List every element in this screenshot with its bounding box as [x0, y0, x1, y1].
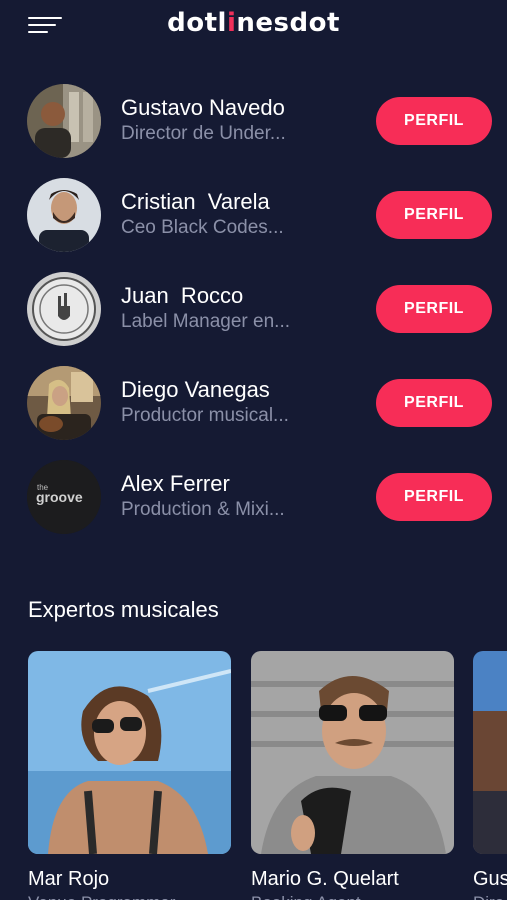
person-role: Ceo Black Codes... [121, 217, 284, 238]
person-role: Productor musical... [121, 405, 289, 426]
expert-name: Mario G. Quelart [251, 868, 399, 890]
avatar[interactable] [27, 178, 101, 252]
expert-photo [251, 651, 454, 854]
expert-role: Booking Agent [251, 893, 361, 900]
expert-card[interactable]: Gus Dire [473, 651, 507, 900]
person-name: Juan Rocco [121, 283, 244, 308]
person-role: Label Manager en... [121, 311, 291, 332]
person-role: Production & Mixi... [121, 499, 285, 520]
avatar[interactable] [27, 272, 101, 346]
section-title: Expertos musicales [28, 597, 219, 622]
expert-role: Venue Programmer [28, 893, 175, 900]
top-bar: dotlinesdot [0, 0, 507, 52]
expert-card[interactable]: Mario G. Quelart Booking Agent [251, 651, 454, 900]
list-item: Diego Vanegas Productor musical... PERFI… [0, 365, 507, 443]
list-item: the groove Alex Ferrer Production & Mixi… [0, 459, 507, 537]
svg-text:groove: groove [36, 489, 83, 505]
person-role: Director de Under... [121, 123, 286, 144]
list-item: Gustavo Navedo Director de Under... PERF… [0, 83, 507, 161]
list-item: Cristian Varela Ceo Black Codes... PERFI… [0, 177, 507, 255]
expert-name: Gus [473, 868, 507, 890]
expert-photo [473, 651, 507, 854]
expert-card[interactable]: Mar Rojo Venue Programmer [28, 651, 231, 900]
profile-button[interactable]: PERFIL [376, 191, 492, 239]
list-item: Juan Rocco Label Manager en... PERFIL [0, 271, 507, 349]
profile-button[interactable]: PERFIL [376, 97, 492, 145]
person-name: Alex Ferrer [121, 471, 230, 496]
experts-carousel[interactable]: Mar Rojo Venue Programmer Mario G. Quela… [0, 651, 507, 900]
expert-role: Dire [473, 893, 504, 900]
app-logo: dotlinesdot [167, 8, 340, 38]
profile-button[interactable]: PERFIL [376, 285, 492, 333]
avatar[interactable] [27, 84, 101, 158]
expert-photo [28, 651, 231, 854]
person-name: Diego Vanegas [121, 377, 270, 402]
profile-button[interactable]: PERFIL [376, 473, 492, 521]
avatar[interactable] [27, 366, 101, 440]
person-name: Gustavo Navedo [121, 95, 285, 120]
person-name: Cristian Varela [121, 189, 270, 214]
the-groove-logo: the groove [27, 460, 101, 534]
expert-name: Mar Rojo [28, 868, 110, 890]
profile-button[interactable]: PERFIL [376, 379, 492, 427]
avatar[interactable]: the groove [27, 460, 101, 534]
